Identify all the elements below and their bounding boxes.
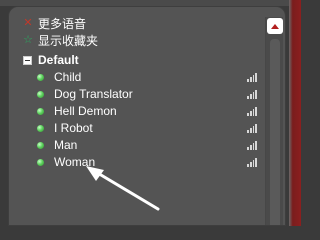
annotation-arrow: [86, 166, 160, 211]
